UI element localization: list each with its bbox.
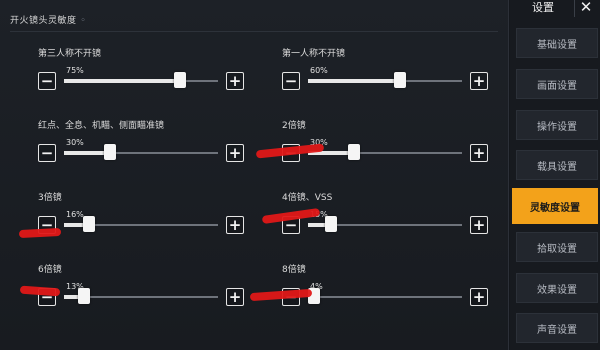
sensitivity-slider-row: 第三人称不开镜 − 75% + (38, 46, 248, 106)
sensitivity-slider-row: 红点、全息、机瞄、侧面瞄准镜 − 30% + (38, 118, 248, 178)
plus-icon: + (228, 71, 242, 90)
slider-thumb[interactable] (325, 216, 338, 232)
sidebar-item[interactable]: 拾取设置 (516, 232, 598, 262)
plus-icon: + (228, 287, 242, 306)
decrease-button[interactable]: − (38, 144, 56, 162)
section-dot-icon: ◦ (80, 16, 87, 26)
slider-thumb[interactable] (173, 72, 186, 88)
sidebar-item[interactable]: 载具设置 (516, 150, 598, 180)
slider-label: 红点、全息、机瞄、侧面瞄准镜 (38, 121, 165, 131)
slider-label: 3倍镜 (38, 193, 62, 203)
slider-track[interactable] (64, 288, 218, 304)
increase-button[interactable]: + (226, 144, 244, 162)
decrease-button[interactable]: − (282, 72, 300, 90)
slider-thumb[interactable] (348, 144, 361, 160)
sidebar-item[interactable]: 灵敏度设置 (512, 188, 598, 224)
slider-track[interactable] (308, 72, 462, 88)
slider-percent: 60% (310, 66, 328, 75)
plus-icon: + (472, 287, 486, 306)
sidebar-item[interactable]: 效果设置 (516, 273, 598, 303)
sensitivity-slider-row: 4倍镜、VSS−15%+ (282, 190, 492, 250)
slider-percent: 75% (66, 66, 84, 75)
plus-icon: + (228, 143, 242, 162)
increase-button[interactable]: + (226, 72, 244, 90)
decrease-button[interactable]: − (38, 72, 56, 90)
plus-icon: + (472, 215, 486, 234)
sidebar-item[interactable]: 声音设置 (516, 313, 598, 343)
increase-button[interactable]: + (226, 288, 244, 306)
sidebar-item[interactable]: 基础设置 (516, 28, 598, 58)
increase-button[interactable]: + (470, 216, 488, 234)
slider-track[interactable] (64, 72, 218, 88)
slider-track[interactable] (308, 288, 462, 304)
slider-label: 4倍镜、VSS (282, 193, 333, 203)
slider-fill (64, 79, 180, 83)
settings-title: 设置 (532, 1, 554, 14)
minus-icon: − (40, 143, 54, 162)
increase-button[interactable]: + (226, 216, 244, 234)
sensitivity-slider-row: 8倍镜−4%+ (282, 262, 492, 322)
plus-icon: + (228, 215, 242, 234)
slider-thumb[interactable] (82, 216, 95, 232)
slider-label: 8倍镜 (282, 265, 306, 275)
close-button[interactable]: ✕ (574, 0, 597, 17)
minus-icon: − (284, 71, 298, 90)
sidebar-item[interactable]: 操作设置 (516, 110, 598, 140)
slider-fill (308, 79, 401, 83)
slider-track[interactable] (64, 144, 218, 160)
slider-thumb[interactable] (104, 144, 117, 160)
slider-percent: 30% (66, 138, 84, 147)
section-title: 开火镜头灵敏度 ◦ (10, 13, 86, 26)
slider-label: 6倍镜 (38, 265, 62, 275)
slider-percent: 16% (66, 210, 84, 219)
sidebar-item[interactable]: 画面设置 (516, 69, 598, 99)
sensitivity-slider-row: 6倍镜 −13% + (38, 262, 248, 322)
sensitivity-slider-row: 3倍镜 −16% + (38, 190, 248, 250)
slider-label: 2倍镜 (282, 121, 306, 131)
sensitivity-slider-row: 第一人称不开镜 − 60% + (282, 46, 492, 106)
slider-track[interactable] (64, 216, 218, 232)
plus-icon: + (472, 71, 486, 90)
slider-track[interactable] (308, 144, 462, 160)
close-icon: ✕ (579, 0, 593, 16)
minus-icon: − (40, 71, 54, 90)
slider-thumb[interactable] (394, 72, 407, 88)
plus-icon: + (472, 143, 486, 162)
increase-button[interactable]: + (470, 144, 488, 162)
slider-label: 第三人称不开镜 (38, 49, 102, 59)
increase-button[interactable]: + (470, 288, 488, 306)
section-divider (10, 31, 498, 32)
slider-label: 第一人称不开镜 (282, 49, 346, 59)
slider-track[interactable] (308, 216, 462, 232)
slider-thumb[interactable] (78, 288, 91, 304)
section-title-text: 开火镜头灵敏度 (10, 16, 77, 26)
increase-button[interactable]: + (470, 72, 488, 90)
